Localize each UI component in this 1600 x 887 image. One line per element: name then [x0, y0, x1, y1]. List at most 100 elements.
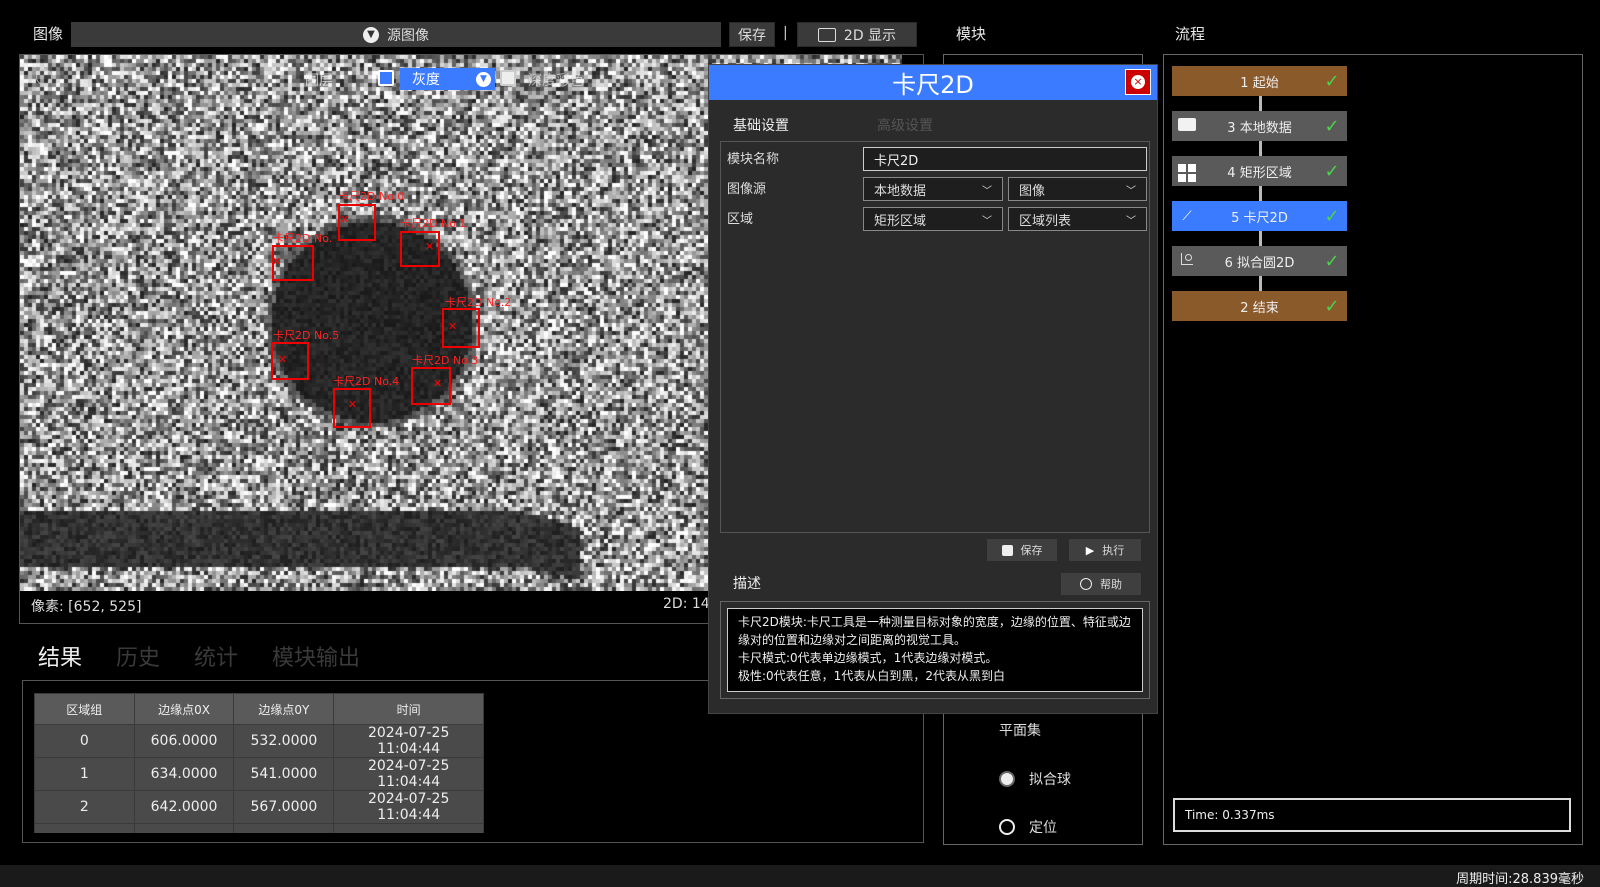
- module-item-plane-set[interactable]: 平面集: [999, 720, 1041, 740]
- table-cell: 567.0000: [234, 791, 334, 824]
- module-item-locate[interactable]: 定位: [999, 817, 1057, 837]
- flow-time-box: Time: 0.337ms: [1173, 798, 1571, 832]
- col-header[interactable]: 时间: [334, 694, 484, 725]
- layer-label: 图层: [305, 70, 333, 90]
- channel-value: 灰度: [412, 69, 440, 89]
- dialog-save-button[interactable]: 保存: [987, 539, 1057, 561]
- chevron-down-icon: ﹀: [1126, 212, 1136, 227]
- module-item-fit-sphere[interactable]: 拟合球: [999, 769, 1071, 789]
- table-cell: [134, 824, 234, 834]
- description-title: 描述: [733, 573, 761, 593]
- image-source-select-2[interactable]: 图像 ﹀: [1008, 177, 1147, 201]
- toolbar-separator: |: [783, 25, 788, 41]
- caliper-point-3: ✕: [433, 378, 442, 389]
- folder-icon: [1172, 118, 1202, 135]
- pseudo-color-label: 深度彩色: [528, 70, 584, 90]
- close-button[interactable]: ×: [1125, 69, 1151, 95]
- help-button[interactable]: 帮助: [1061, 573, 1141, 595]
- flow-node-rect-region[interactable]: 4 矩形区域 ✓: [1172, 156, 1347, 186]
- fit-circle-icon: [1172, 253, 1202, 269]
- table-row[interactable]: 2 642.0000 567.0000 2024-07-25 11:04:44: [35, 791, 484, 824]
- check-icon: ✓: [1317, 251, 1347, 272]
- caliper-label-1: 卡尺2D No.1: [400, 215, 466, 231]
- image-icon: [818, 28, 836, 42]
- flow-node-caliper-2d[interactable]: ⟋ 5 卡尺2D ✓: [1172, 201, 1347, 231]
- table-cell: 0: [35, 725, 135, 758]
- zoom-fit-icon[interactable]: [36, 69, 52, 85]
- display-mode-button[interactable]: 2D 显示: [797, 22, 917, 47]
- caliper-icon: ⟋: [1172, 209, 1202, 224]
- image-panel-title: 图像: [33, 23, 63, 44]
- table-cell: 2: [35, 791, 135, 824]
- dialog-title-bar[interactable]: 卡尺2D: [709, 65, 1157, 100]
- globe-icon: [1080, 578, 1092, 590]
- caliper-label-3: 卡尺2D No.3: [412, 352, 478, 368]
- dialog-run-button[interactable]: ▶ 执行: [1069, 539, 1141, 561]
- combo-value: 区域列表: [1019, 210, 1071, 229]
- col-header[interactable]: 边缘点0Y: [234, 694, 334, 725]
- table-cell: 642.0000: [134, 791, 234, 824]
- tab-module-output[interactable]: 模块输出: [272, 640, 360, 672]
- help-label: 帮助: [1100, 576, 1122, 592]
- image-source-select[interactable]: ▼ 源图像: [71, 22, 721, 47]
- channel-select[interactable]: 灰度 ▼: [400, 68, 495, 90]
- tab-history[interactable]: 历史: [116, 640, 160, 672]
- check-icon: ✓: [1317, 296, 1347, 317]
- target-icon: [999, 819, 1015, 835]
- region-select-1[interactable]: 矩形区域 ﹀: [863, 207, 1003, 231]
- module-name-input[interactable]: 卡尺2D: [863, 147, 1147, 171]
- image-source-value: 源图像: [387, 25, 429, 45]
- flow-node-label: 5 卡尺2D: [1202, 207, 1317, 226]
- combo-value: 矩形区域: [874, 210, 926, 229]
- region-select-2[interactable]: 区域列表 ﹀: [1008, 207, 1147, 231]
- flow-node-local-data[interactable]: 3 本地数据 ✓: [1172, 111, 1347, 141]
- flow-node-end[interactable]: 2 结束 ✓: [1172, 291, 1347, 321]
- channel-checkbox[interactable]: [378, 70, 394, 86]
- chevron-down-icon: ﹀: [1126, 182, 1136, 197]
- results-tabs: 结果 历史 统计 模块输出: [38, 640, 360, 672]
- tab-results[interactable]: 结果: [38, 640, 82, 672]
- description-box: 卡尺2D模块:卡尺工具是一种测量目标对象的宽度，边缘的位置、特征或边缘对的位置和…: [727, 608, 1143, 692]
- dialog-save-label: 保存: [1021, 542, 1043, 558]
- grid-icon: [1172, 161, 1202, 182]
- table-cell: 1: [35, 758, 135, 791]
- caliper-2d-dialog: 卡尺2D × 基础设置 高级设置 模块名称 卡尺2D 图像源 本地数据 ﹀ 图像…: [708, 64, 1158, 714]
- combo-value: 图像: [1019, 180, 1045, 199]
- tab-advanced-settings[interactable]: 高级设置: [877, 115, 933, 135]
- table-row[interactable]: 0 606.0000 532.0000 2024-07-25 11:04:44: [35, 725, 484, 758]
- description-panel: 卡尺2D模块:卡尺工具是一种测量目标对象的宽度，边缘的位置、特征或边缘对的位置和…: [720, 601, 1150, 699]
- flow-node-label: 6 拟合圆2D: [1202, 252, 1317, 271]
- flow-node-label: 3 本地数据: [1202, 117, 1317, 136]
- save-icon: [1002, 545, 1013, 556]
- caliper-roi-5[interactable]: [271, 342, 309, 380]
- image-source-select-1[interactable]: 本地数据 ﹀: [863, 177, 1003, 201]
- pseudo-color-checkbox[interactable]: [500, 70, 516, 86]
- col-header[interactable]: 区域组: [35, 694, 135, 725]
- table-cell: 2024-07-25 11:04:44: [334, 791, 484, 824]
- module-item-label: 拟合球: [1029, 769, 1071, 789]
- table-cell: 541.0000: [234, 758, 334, 791]
- table-cell: 606.0000: [134, 725, 234, 758]
- table-row[interactable]: 1 634.0000 541.0000 2024-07-25 11:04:44: [35, 758, 484, 791]
- sphere-icon: [999, 771, 1015, 787]
- caliper-label-5: 卡尺2D No.5: [273, 327, 339, 343]
- flow-time-text: Time: 0.337ms: [1185, 808, 1275, 822]
- flow-node-start[interactable]: 1 起始 ✓: [1172, 66, 1347, 96]
- module-name-value: 卡尺2D: [874, 150, 918, 169]
- col-header[interactable]: 边缘点0X: [134, 694, 234, 725]
- table-row[interactable]: [35, 824, 484, 834]
- flow-node-label: 4 矩形区域: [1202, 162, 1317, 181]
- settings-panel: 模块名称 卡尺2D 图像源 本地数据 ﹀ 图像 ﹀ 区域 矩形区域 ﹀ 区域列表…: [720, 141, 1150, 533]
- status-bar: 周期时间:28.839毫秒: [0, 865, 1600, 887]
- combo-value: 本地数据: [874, 180, 926, 199]
- caliper-roi-3[interactable]: [411, 367, 451, 405]
- tab-statistics[interactable]: 统计: [194, 640, 238, 672]
- caliper-label-2: 卡尺2D No.2: [445, 294, 511, 310]
- close-icon: ×: [1131, 75, 1145, 89]
- image-save-button[interactable]: 保存: [729, 22, 775, 47]
- tab-basic-settings[interactable]: 基础设置: [733, 115, 789, 135]
- region-label: 区域: [727, 208, 753, 227]
- table-cell: 532.0000: [234, 725, 334, 758]
- flow-node-fit-circle-2d[interactable]: 6 拟合圆2D ✓: [1172, 246, 1347, 276]
- image-source-label: 图像源: [727, 178, 766, 197]
